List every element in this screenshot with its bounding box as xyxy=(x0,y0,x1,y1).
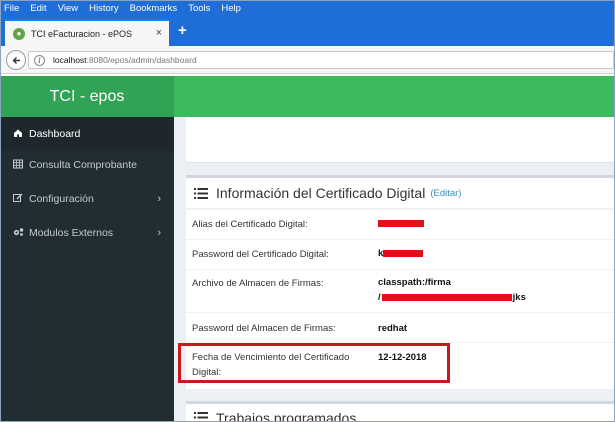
cert-row-label: Password del Certificado Digital: xyxy=(192,249,329,260)
app-logo[interactable]: TCI - epos xyxy=(0,76,174,117)
tab-title: TCI eFacturacion - ePOS xyxy=(31,28,133,39)
edit-icon xyxy=(12,193,24,206)
home-icon xyxy=(12,128,24,141)
cert-row-label: Password del Almacen de Firmas: xyxy=(192,323,336,334)
cert-row-archivo: Archivo de Almacen de Firmas: classpath:… xyxy=(186,269,615,312)
certificate-box-header: Información del Certificado Digital (Edi… xyxy=(186,178,615,209)
cert-row-value-line2: / jks xyxy=(378,292,526,303)
browser-menubar: File Edit View History Bookmarks Tools H… xyxy=(0,0,615,16)
cogs-icon xyxy=(12,227,24,240)
cert-row-label: Archivo de Almacen de Firmas: xyxy=(192,278,324,289)
sidebar-item-dashboard[interactable]: Dashboard xyxy=(0,117,174,151)
redaction-mark xyxy=(381,293,512,301)
menu-edit[interactable]: Edit xyxy=(30,3,46,14)
cert-row-password: Password del Certificado Digital: k xyxy=(186,239,615,269)
menu-view[interactable]: View xyxy=(58,3,78,14)
cert-row-alias: Alias del Certificado Digital: xyxy=(186,209,615,239)
jobs-box: Trabajos programados xyxy=(186,401,615,422)
redaction-mark xyxy=(378,219,424,227)
sidebar-item-label: Modulos Externos xyxy=(29,227,114,239)
new-tab-button[interactable]: + xyxy=(178,22,187,39)
cert-row-value: k xyxy=(378,248,424,259)
site-favicon-icon: ● xyxy=(13,27,25,40)
cert-value-prefix: / xyxy=(378,292,381,303)
browser-tabstrip: ● TCI eFacturacion - ePOS × + xyxy=(0,16,615,46)
certificate-box-title: Información del Certificado Digital xyxy=(216,185,426,201)
menu-file[interactable]: File xyxy=(4,3,19,14)
edit-link[interactable]: (Editar) xyxy=(430,188,461,199)
menu-history[interactable]: History xyxy=(89,3,119,14)
menu-bookmarks[interactable]: Bookmarks xyxy=(130,3,178,14)
top-box xyxy=(186,117,615,163)
sidebar-item-consulta[interactable]: Consulta Comprobante xyxy=(0,148,174,182)
browser-tab[interactable]: ● TCI eFacturacion - ePOS × xyxy=(5,19,169,46)
list-icon xyxy=(194,187,208,199)
app-topbar xyxy=(174,76,615,117)
url-host: localhost xyxy=(53,55,87,65)
menu-tools[interactable]: Tools xyxy=(188,3,210,14)
cert-value-suffix: jks xyxy=(512,292,526,303)
cert-row-value-line1: classpath:/firma xyxy=(378,277,451,288)
cert-row-label: Alias del Certificado Digital: xyxy=(192,219,308,230)
jobs-box-title: Trabajos programados xyxy=(216,409,357,422)
url-path: :8080/epos/admin/dashboard xyxy=(86,55,197,65)
redaction-mark xyxy=(383,249,424,257)
menu-help[interactable]: Help xyxy=(221,3,241,14)
sidebar: Dashboard Consulta Comprobante Configura… xyxy=(0,117,174,422)
list-icon xyxy=(194,412,208,422)
site-info-icon[interactable]: i xyxy=(34,54,45,66)
sidebar-item-modulos[interactable]: Modulos Externos › xyxy=(0,216,174,250)
chevron-right-icon: › xyxy=(157,193,161,205)
sidebar-item-configuracion[interactable]: Configuración › xyxy=(0,182,174,216)
cert-row-value xyxy=(378,218,424,229)
sidebar-item-label: Dashboard xyxy=(29,128,81,140)
chevron-right-icon: › xyxy=(157,227,161,239)
back-arrow-icon[interactable] xyxy=(6,50,26,70)
cert-row-value: redhat xyxy=(378,323,408,334)
address-bar[interactable]: i localhost:8080/epos/admin/dashboard xyxy=(28,51,614,69)
sidebar-item-label: Configuración xyxy=(29,193,94,205)
cert-row-password-almacen: Password del Almacen de Firmas: redhat xyxy=(186,312,615,342)
table-icon xyxy=(12,159,24,172)
sidebar-item-label: Consulta Comprobante xyxy=(29,159,137,171)
browser-navbar: i localhost:8080/epos/admin/dashboard xyxy=(0,46,615,74)
tab-close-icon[interactable]: × xyxy=(156,27,162,39)
highlight-annotation xyxy=(178,343,450,383)
main-content: Información del Certificado Digital (Edi… xyxy=(174,117,615,422)
